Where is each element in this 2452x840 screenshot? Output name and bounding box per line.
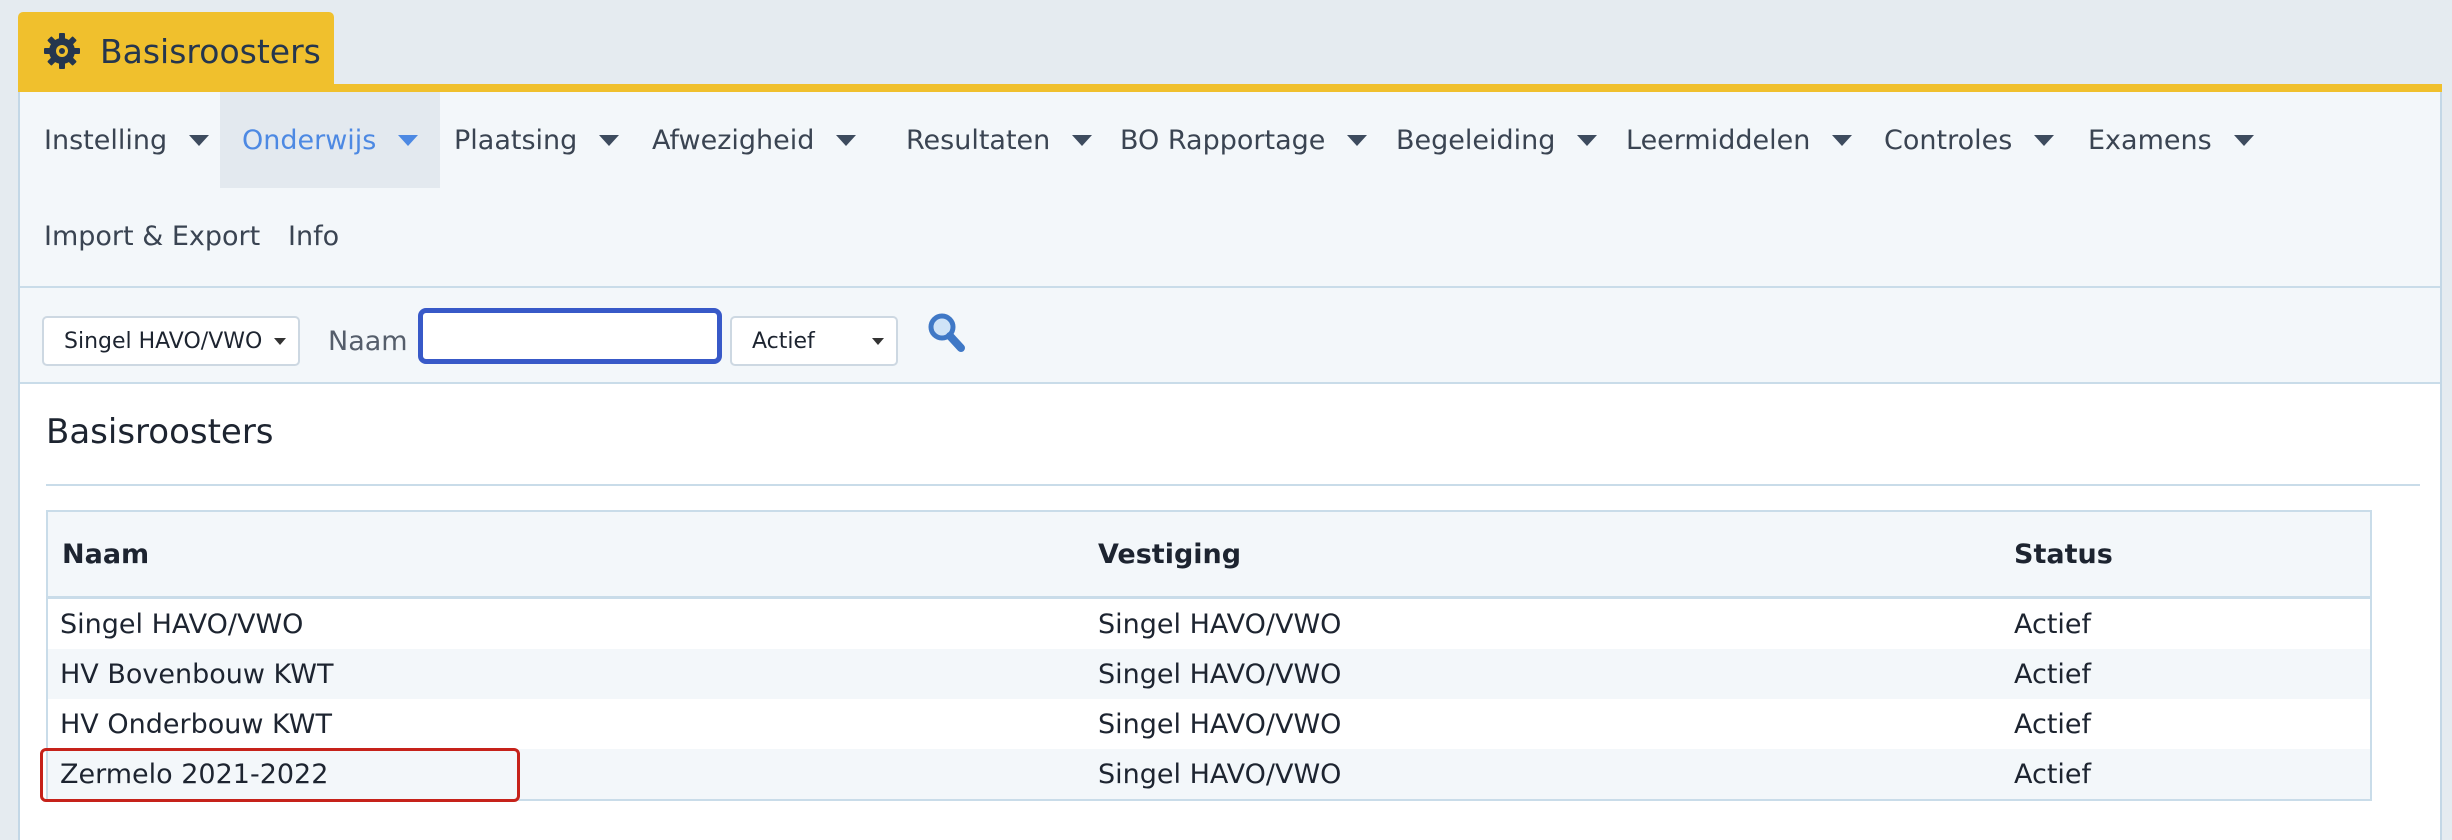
- column-header-naam[interactable]: Naam: [62, 512, 149, 596]
- filter-bar: Singel HAVO/VWO Naam Actief: [20, 288, 2440, 384]
- table-row[interactable]: Zermelo 2021-2022 Singel HAVO/VWO Actief: [48, 749, 2370, 799]
- menu-item-onderwijs[interactable]: Onderwijs: [220, 92, 441, 188]
- chevron-down-icon: [398, 134, 419, 146]
- gear-icon: [44, 33, 80, 69]
- column-header-status[interactable]: Status: [2014, 512, 2113, 596]
- table-row[interactable]: HV Onderbouw KWT Singel HAVO/VWO Actief: [48, 699, 2370, 749]
- menu-item-examens[interactable]: Examens: [2066, 92, 2276, 188]
- column-header-vestiging[interactable]: Vestiging: [1098, 512, 1241, 596]
- cell-status: Actief: [2014, 608, 2092, 640]
- search-button[interactable]: [924, 308, 968, 356]
- menu-item-import-export[interactable]: Import & Export: [22, 188, 282, 284]
- menu-item-info[interactable]: Info: [266, 188, 361, 284]
- vestiging-select[interactable]: Singel HAVO/VWO: [42, 316, 300, 366]
- menu-item-begeleiding[interactable]: Begeleiding: [1374, 92, 1619, 188]
- divider: [46, 484, 2420, 486]
- table-row[interactable]: Singel HAVO/VWO Singel HAVO/VWO Actief: [48, 599, 2370, 649]
- basisroosters-table: Naam Vestiging Status Singel HAVO/VWO Si…: [46, 510, 2372, 801]
- status-select[interactable]: Actief: [730, 316, 898, 366]
- cell-vestiging: Singel HAVO/VWO: [1098, 758, 1342, 790]
- menu-item-plaatsing[interactable]: Plaatsing: [432, 92, 641, 188]
- cell-status: Actief: [2014, 708, 2092, 740]
- naam-input[interactable]: [418, 308, 722, 364]
- main-menu: Instelling Onderwijs Plaatsing Afwezighe…: [20, 92, 2440, 288]
- chevron-down-icon: [599, 134, 620, 146]
- chevron-down-icon: [189, 134, 210, 146]
- chevron-down-icon: [2233, 134, 2254, 146]
- chevron-down-icon: [1347, 134, 1368, 146]
- search-icon: [928, 313, 965, 352]
- dropdown-arrow-icon: [274, 338, 286, 345]
- table-row[interactable]: HV Bovenbouw KWT Singel HAVO/VWO Actief: [48, 649, 2370, 699]
- app-title: Basisroosters: [100, 31, 321, 71]
- cell-vestiging: Singel HAVO/VWO: [1098, 608, 1342, 640]
- cell-status: Actief: [2014, 658, 2092, 690]
- cell-vestiging: Singel HAVO/VWO: [1098, 708, 1342, 740]
- menu-item-instelling[interactable]: Instelling: [22, 92, 231, 188]
- chevron-down-icon: [1577, 134, 1598, 146]
- chevron-down-icon: [2034, 134, 2055, 146]
- main-panel: Instelling Onderwijs Plaatsing Afwezighe…: [18, 92, 2442, 840]
- menu-item-afwezigheid[interactable]: Afwezigheid: [630, 92, 878, 188]
- menu-item-leermiddelen[interactable]: Leermiddelen: [1604, 92, 1874, 188]
- menu-item-resultaten[interactable]: Resultaten: [884, 92, 1114, 188]
- table-header: Naam Vestiging Status: [48, 512, 2370, 599]
- naam-label: Naam: [328, 325, 408, 357]
- menu-item-bo-rapportage[interactable]: BO Rapportage: [1098, 92, 1389, 188]
- chevron-down-icon: [1832, 134, 1853, 146]
- page-title: Basisroosters: [46, 412, 274, 452]
- cell-vestiging: Singel HAVO/VWO: [1098, 658, 1342, 690]
- dropdown-arrow-icon: [872, 338, 884, 345]
- accent-line: [18, 84, 2442, 92]
- cell-status: Actief: [2014, 758, 2092, 790]
- menu-item-controles[interactable]: Controles: [1862, 92, 2076, 188]
- chevron-down-icon: [836, 134, 857, 146]
- app-tab[interactable]: Basisroosters: [18, 12, 334, 90]
- cell-naam: HV Onderbouw KWT: [60, 708, 332, 740]
- cell-naam: HV Bovenbouw KWT: [60, 658, 334, 690]
- cell-naam: Singel HAVO/VWO: [60, 608, 304, 640]
- cell-naam: Zermelo 2021-2022: [60, 758, 329, 790]
- chevron-down-icon: [1072, 134, 1093, 146]
